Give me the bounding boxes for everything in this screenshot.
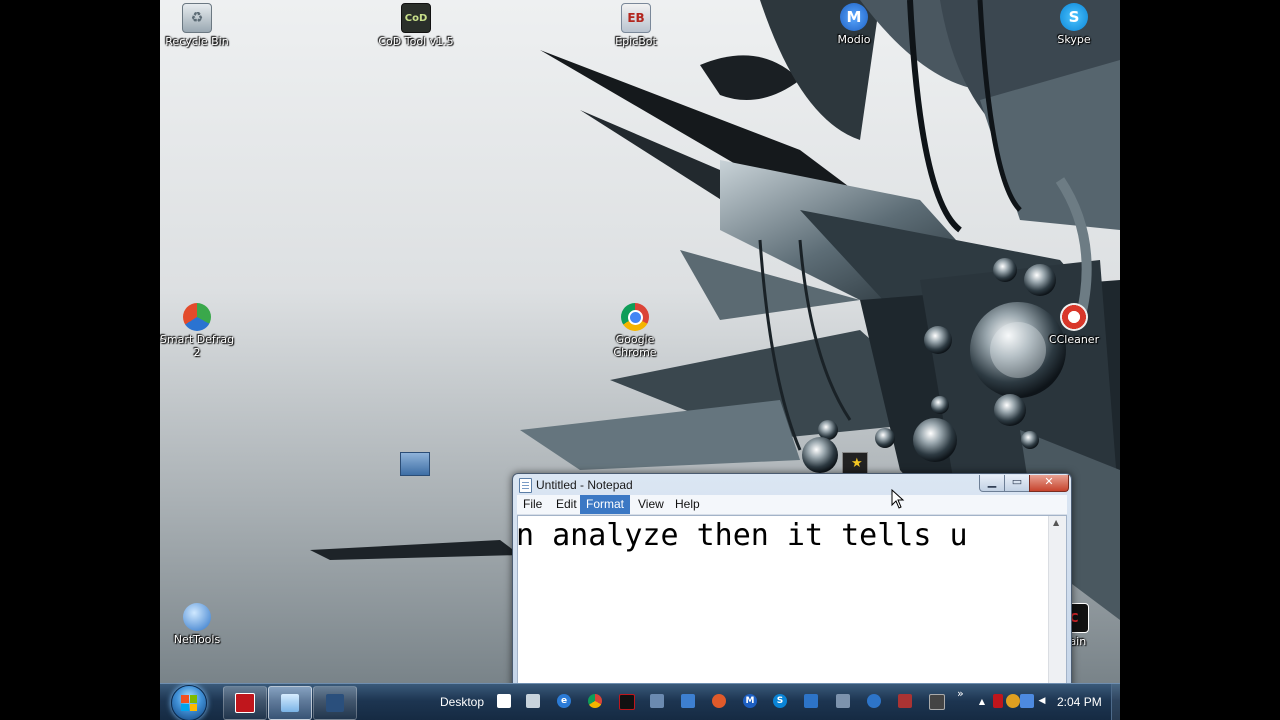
app-icon[interactable]: [898, 694, 912, 708]
app-icon[interactable]: [619, 694, 635, 710]
minimize-button[interactable]: ▁: [979, 475, 1005, 492]
menu-view[interactable]: View: [632, 495, 670, 514]
desktop-toolbar-label[interactable]: Desktop: [440, 695, 484, 709]
modio-icon[interactable]: M: [743, 694, 757, 708]
mouse-cursor-icon: [891, 489, 905, 509]
smart-defrag-icon: [183, 303, 211, 331]
notepad-window[interactable]: Untitled - Notepad ▁ ▭ ✕ File Edit Forma…: [512, 473, 1072, 695]
desktop-icon-skype[interactable]: S Skype: [1034, 3, 1114, 46]
windows-logo-icon: [181, 695, 197, 711]
app-icon[interactable]: [804, 694, 818, 708]
close-button[interactable]: ✕: [1029, 475, 1069, 492]
menu-edit[interactable]: Edit: [550, 495, 583, 514]
title-bar[interactable]: Untitled - Notepad ▁ ▭ ✕: [513, 474, 1071, 495]
network-status-icon[interactable]: [1020, 694, 1034, 708]
desktop-icon-ccleaner[interactable]: CCleaner: [1034, 303, 1114, 346]
desktop: ♻ Recycle Bin CoD CoD Tool v1.5 EB EpicB…: [160, 0, 1120, 720]
volume-icon[interactable]: ◀: [1035, 694, 1049, 708]
desktop-icon-cod-tool[interactable]: CoD CoD Tool v1.5: [376, 3, 456, 48]
ccleaner-icon: [1060, 303, 1088, 331]
scroll-up-icon[interactable]: ▲: [1053, 518, 1059, 527]
document-icon[interactable]: [497, 694, 511, 708]
app-icon[interactable]: [712, 694, 726, 708]
floppy-disk-icon[interactable]: [400, 452, 430, 476]
skype-icon[interactable]: S: [773, 694, 787, 708]
tray-app-icon[interactable]: [993, 694, 1003, 708]
desktop-icon-recycle-bin[interactable]: ♻ Recycle Bin: [160, 3, 237, 48]
close-icon: ✕: [1044, 475, 1054, 488]
desktop-icon-smart-defrag[interactable]: Smart Defrag 2: [160, 303, 237, 359]
app-icon[interactable]: [650, 694, 664, 708]
editor-text: n analyze then it tells u: [517, 518, 986, 553]
maximize-icon: ▭: [1011, 475, 1023, 488]
modio-icon: M: [840, 3, 868, 31]
chrome-icon[interactable]: [588, 694, 602, 708]
notepad-icon: [519, 478, 532, 493]
app-icon[interactable]: [929, 694, 945, 710]
taskbar-app-1[interactable]: [223, 686, 267, 720]
taskbar-notepad[interactable]: [268, 686, 312, 720]
menu-format[interactable]: Format: [580, 495, 631, 514]
menu-help[interactable]: Help: [669, 495, 706, 514]
recycle-bin-icon: ♻: [182, 3, 212, 33]
recycle-bin-icon[interactable]: [526, 694, 540, 708]
app-icon: [326, 694, 344, 712]
taskbar-app-3[interactable]: [313, 686, 357, 720]
network-icon[interactable]: [681, 694, 695, 708]
epicbot-icon: EB: [621, 3, 651, 33]
desktop-icon-nettools[interactable]: NetTools: [160, 603, 237, 646]
menu-bar: File Edit Format View Help: [517, 495, 1067, 515]
nettools-icon: [183, 603, 211, 631]
skype-icon: S: [1060, 3, 1088, 31]
system-clock[interactable]: 2:04 PM: [1057, 695, 1102, 709]
chrome-icon: [621, 303, 649, 331]
menu-file[interactable]: File: [517, 495, 548, 514]
show-hidden-icons-arrow[interactable]: ▲: [975, 694, 989, 708]
notepad-taskbar-icon: [281, 694, 299, 712]
desktop-icon-google-chrome[interactable]: Google Chrome: [595, 303, 675, 359]
maximize-button[interactable]: ▭: [1004, 475, 1030, 492]
nettools-icon[interactable]: [867, 694, 881, 708]
minimize-icon: ▁: [987, 475, 997, 488]
internet-explorer-icon[interactable]: e: [557, 694, 571, 708]
taskbar: Desktop e M S » ▲ ◀ 2:04 PM: [160, 683, 1120, 720]
desktop-icon-epicbot[interactable]: EB EpicBot: [596, 3, 676, 48]
cod-tool-icon: CoD: [401, 3, 431, 33]
start-button[interactable]: [171, 685, 207, 720]
text-editor[interactable]: n analyze then it tells u ▲: [517, 515, 1067, 694]
app-icon[interactable]: [836, 694, 850, 708]
show-desktop-button[interactable]: [1111, 684, 1120, 720]
vertical-scrollbar[interactable]: ▲: [1048, 516, 1066, 694]
toolbar-overflow-chevron[interactable]: »: [957, 687, 964, 700]
tray-app-icon[interactable]: [1006, 694, 1020, 708]
window-title: Untitled - Notepad: [536, 478, 633, 492]
red-app-icon: [235, 693, 255, 713]
desktop-icon-modio[interactable]: M Modio: [814, 3, 894, 46]
